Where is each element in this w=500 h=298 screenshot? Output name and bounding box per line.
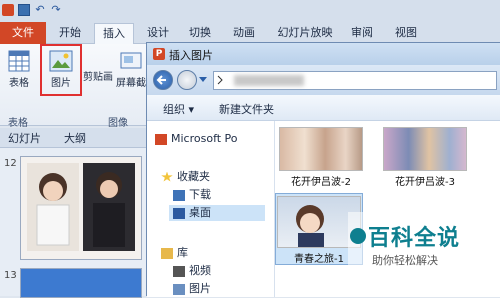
nav-item-library[interactable]: 库 bbox=[161, 245, 188, 261]
file-item[interactable]: 花开伊吕波-3 bbox=[381, 125, 469, 189]
group-images-label: 图像 bbox=[108, 118, 128, 129]
screenshot-button[interactable]: 屏幕截 bbox=[116, 50, 146, 89]
nav-item-pictures[interactable]: 图片 bbox=[173, 281, 211, 297]
quick-access-toolbar: ↶ ↷ bbox=[2, 2, 92, 18]
library-icon bbox=[161, 247, 173, 259]
nav-item-downloads[interactable]: 下载 bbox=[173, 187, 211, 203]
watermark-title: 百科全说 bbox=[368, 226, 461, 251]
file-name: 花开伊吕波-3 bbox=[395, 177, 455, 188]
organize-button[interactable]: 组织 ▾ bbox=[163, 101, 194, 117]
dialog-toolbar: 组织 ▾ 新建文件夹 bbox=[147, 95, 500, 121]
slide-number: 12 bbox=[4, 158, 17, 169]
tab-home[interactable]: 开始 bbox=[52, 23, 88, 44]
address-bar bbox=[147, 65, 500, 95]
tab-review[interactable]: 审阅 bbox=[344, 23, 380, 44]
navigation-pane: Microsoft Po 收藏夹 下载 桌面 库 视频 图片 bbox=[147, 121, 275, 297]
undo-icon[interactable]: ↶ bbox=[34, 4, 46, 16]
pictures-icon bbox=[173, 283, 185, 295]
slide-photo-image bbox=[21, 157, 141, 259]
tab-insert[interactable]: 插入 bbox=[94, 23, 134, 44]
address-field[interactable] bbox=[213, 71, 497, 90]
table-button[interactable]: 表格 bbox=[6, 50, 32, 89]
tab-file[interactable]: 文件 bbox=[0, 22, 46, 44]
tab-outline[interactable]: 大纲 bbox=[64, 130, 86, 148]
forward-button[interactable] bbox=[177, 70, 197, 90]
redo-icon[interactable]: ↷ bbox=[50, 4, 62, 16]
tab-view[interactable]: 视图 bbox=[388, 23, 424, 44]
powerpoint-icon bbox=[2, 4, 14, 16]
tab-animations[interactable]: 动画 bbox=[226, 23, 262, 44]
clipart-button[interactable]: 剪贴画 bbox=[82, 68, 114, 83]
table-label: 表格 bbox=[9, 78, 29, 89]
powerpoint-icon bbox=[155, 133, 167, 145]
image-thumbnail bbox=[279, 127, 363, 171]
blurred-path bbox=[234, 75, 304, 86]
slides-panel: 12 13 bbox=[0, 148, 146, 298]
tab-transitions[interactable]: 切换 bbox=[182, 23, 218, 44]
chevron-down-icon[interactable] bbox=[199, 77, 207, 82]
file-name: 花开伊吕波-2 bbox=[291, 177, 351, 188]
title-bar: ↶ ↷ bbox=[0, 0, 500, 20]
tab-slides[interactable]: 幻灯片 bbox=[8, 130, 41, 148]
clipart-label: 剪贴画 bbox=[83, 72, 113, 83]
slide-number: 13 bbox=[4, 270, 17, 281]
watermark: 百科全说 助你轻松解决 bbox=[348, 212, 496, 274]
dialog-title: 插入图片 bbox=[169, 49, 213, 62]
watermark-subtitle: 助你轻松解决 bbox=[372, 254, 438, 267]
screenshot-label: 屏幕截 bbox=[116, 78, 146, 89]
file-item[interactable]: 花开伊吕波-2 bbox=[277, 125, 365, 189]
slides-panel-tabs: 幻灯片 大纲 bbox=[0, 128, 146, 148]
image-thumbnail bbox=[383, 127, 467, 171]
picture-button-highlight bbox=[40, 44, 82, 96]
new-folder-button[interactable]: 新建文件夹 bbox=[219, 101, 274, 117]
ribbon-tabs: 文件 开始 插入 设计 切换 动画 幻灯片放映 审阅 视图 bbox=[0, 20, 500, 44]
tab-slideshow[interactable]: 幻灯片放映 bbox=[272, 23, 338, 44]
dialog-title-bar: P 插入图片 bbox=[147, 43, 500, 65]
watermark-logo-icon bbox=[350, 228, 366, 244]
nav-item-desktop[interactable]: 桌面 bbox=[169, 205, 265, 221]
table-icon bbox=[8, 50, 30, 72]
slide-thumbnail[interactable] bbox=[20, 156, 142, 260]
video-icon bbox=[173, 265, 185, 277]
group-table-label: 表格 bbox=[8, 118, 28, 129]
nav-item-powerpoint[interactable]: Microsoft Po bbox=[155, 131, 238, 147]
desktop-icon bbox=[173, 207, 185, 219]
nav-item-videos[interactable]: 视频 bbox=[173, 263, 211, 279]
back-button[interactable] bbox=[153, 70, 173, 90]
tab-design[interactable]: 设计 bbox=[140, 23, 176, 44]
download-folder-icon bbox=[173, 189, 185, 201]
save-icon[interactable] bbox=[18, 4, 30, 16]
arrow-left-icon bbox=[156, 75, 166, 85]
nav-item-favorites[interactable]: 收藏夹 bbox=[161, 169, 210, 185]
powerpoint-icon: P bbox=[153, 48, 165, 60]
slide-thumbnail[interactable] bbox=[20, 268, 142, 298]
star-icon bbox=[161, 171, 173, 182]
screenshot-icon bbox=[120, 52, 142, 69]
